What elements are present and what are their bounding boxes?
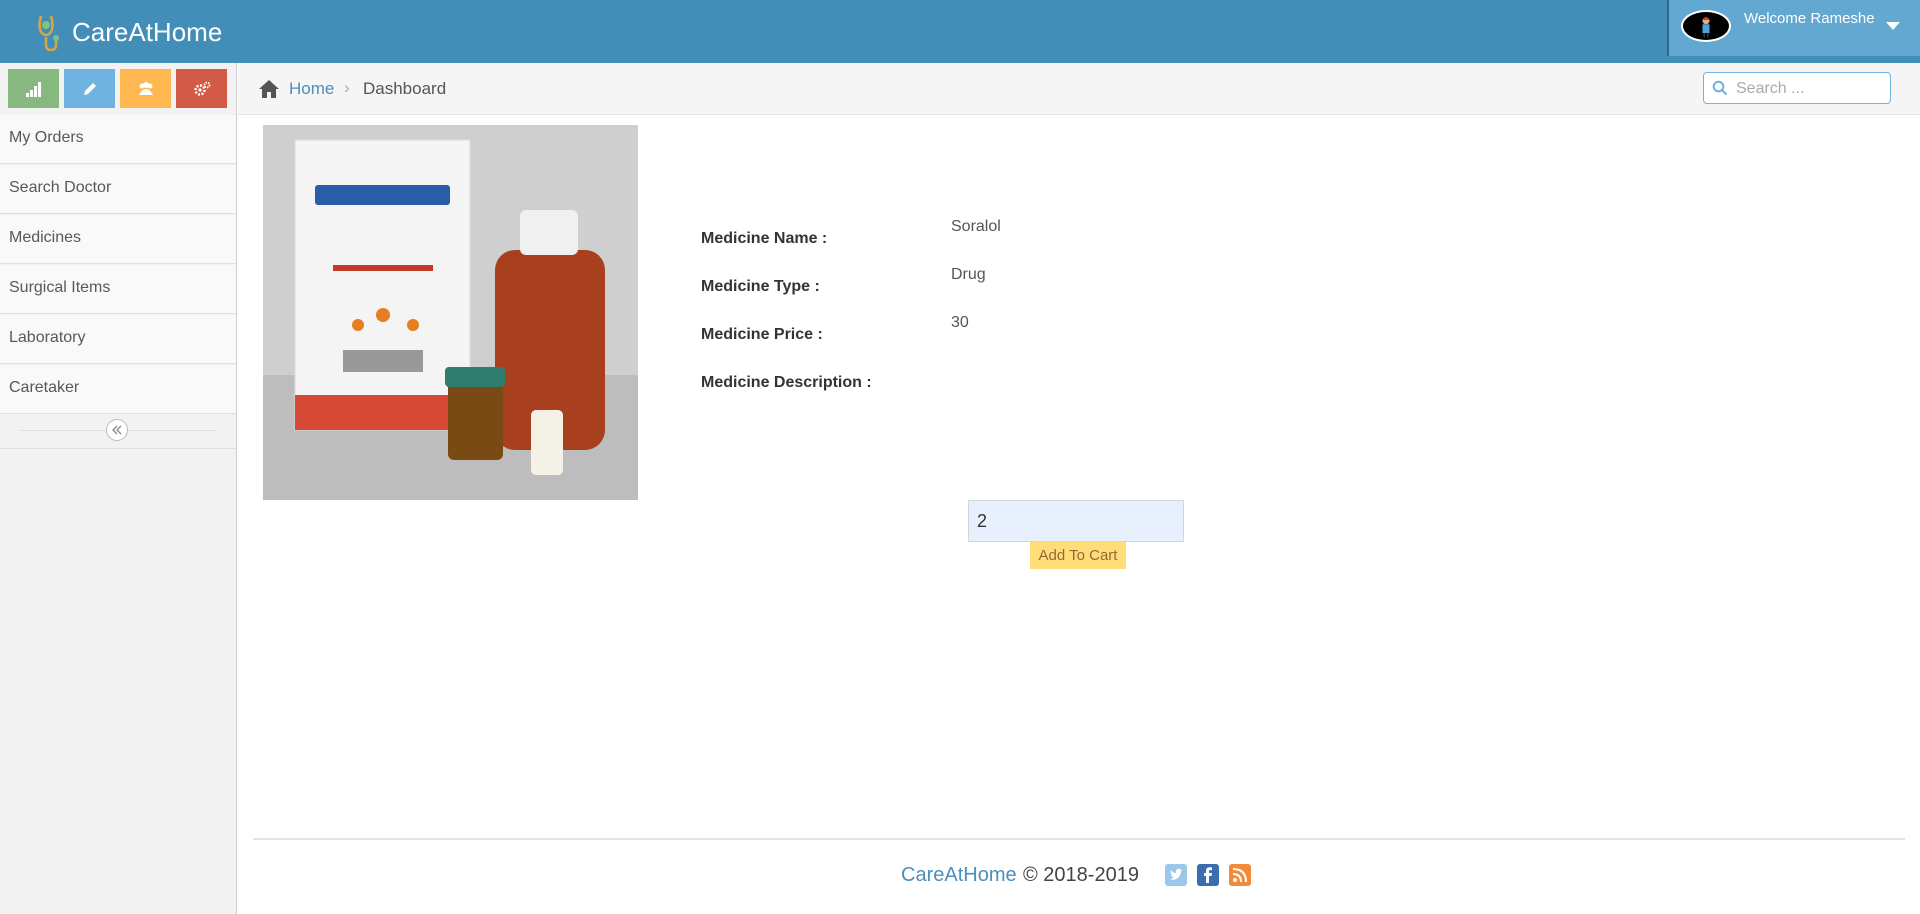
stethoscope-logo-icon: [38, 15, 59, 52]
twitter-icon[interactable]: [1165, 864, 1187, 886]
footer-copyright: © 2018-2019: [1023, 864, 1139, 886]
medicine-name-label: Medicine Name :: [701, 230, 828, 247]
sidebar-item-label: Surgical Items: [9, 279, 111, 296]
medicine-description-label: Medicine Description :: [701, 374, 872, 391]
rss-icon[interactable]: [1229, 864, 1251, 886]
sidebar-item-label: Caretaker: [9, 379, 80, 396]
welcome-text: Welcome Rameshe: [1744, 10, 1875, 27]
sidebar-item-label: My Orders: [9, 129, 84, 146]
shortcut-cogs-button[interactable]: [176, 69, 227, 108]
breadcrumb: Home › Dashboard: [238, 63, 1920, 115]
sidebar: My Orders Search Doctor Medicines Surgic…: [0, 63, 237, 914]
shortcut-users-button[interactable]: [120, 69, 171, 108]
navbar: CareAtHome Welcome Rameshe: [0, 0, 1920, 63]
nav-search: [1703, 72, 1891, 104]
pencil-icon: [83, 82, 96, 95]
sidebar-collapse: [0, 414, 236, 449]
user-avatar[interactable]: [1681, 10, 1731, 42]
caret-down-icon[interactable]: [1886, 22, 1900, 30]
sidebar-item-surgical-items[interactable]: Surgical Items: [0, 265, 236, 314]
medicine-product-photo: [263, 125, 638, 500]
medicine-type-value: Drug: [951, 266, 986, 283]
medicine-image: [263, 125, 638, 500]
sidebar-item-label: Search Doctor: [9, 179, 112, 196]
sidebar-item-label: Laboratory: [9, 329, 86, 346]
medicine-name-value: Soralol: [951, 218, 1001, 235]
add-to-cart-button[interactable]: Add To Cart: [1030, 542, 1126, 569]
brand[interactable]: CareAtHome: [32, 12, 222, 52]
cogs-icon: [193, 81, 210, 96]
shortcut-signal-button[interactable]: [8, 69, 59, 108]
footer: CareAtHome © 2018-2019: [0, 862, 1920, 890]
breadcrumb-home-link[interactable]: Home: [289, 79, 334, 99]
shortcut-pencil-button[interactable]: [64, 69, 115, 108]
medicine-type-label: Medicine Type :: [701, 278, 820, 295]
sidebar-shortcuts: [0, 63, 236, 115]
footer-brand: CareAtHome: [901, 864, 1017, 886]
facebook-icon[interactable]: [1197, 864, 1219, 886]
sidebar-item-label: Medicines: [9, 229, 82, 246]
quantity-input[interactable]: [968, 500, 1184, 542]
footer-divider: [253, 838, 1905, 840]
medicine-price-value: 30: [951, 314, 969, 331]
sidebar-item-medicines[interactable]: Medicines: [0, 215, 236, 264]
sidebar-item-my-orders[interactable]: My Orders: [0, 115, 236, 164]
avatar-icon: [1702, 16, 1710, 38]
signal-icon: [25, 81, 41, 97]
breadcrumb-separator-icon: ›: [344, 78, 350, 97]
sidebar-collapse-button[interactable]: [106, 419, 128, 441]
sidebar-item-caretaker[interactable]: Caretaker: [0, 365, 236, 414]
sidebar-item-search-doctor[interactable]: Search Doctor: [0, 165, 236, 214]
search-input[interactable]: [1734, 77, 1888, 101]
user-menu[interactable]: Welcome Rameshe: [1667, 0, 1920, 56]
brand-name: CareAtHome: [72, 16, 223, 47]
double-chevron-left-icon: [112, 425, 122, 435]
medicine-price-label: Medicine Price :: [701, 326, 823, 343]
breadcrumb-current: Dashboard: [363, 79, 447, 98]
search-icon: [1712, 80, 1728, 96]
home-icon: [259, 80, 279, 98]
sidebar-item-laboratory[interactable]: Laboratory: [0, 315, 236, 364]
users-icon: [138, 81, 153, 95]
